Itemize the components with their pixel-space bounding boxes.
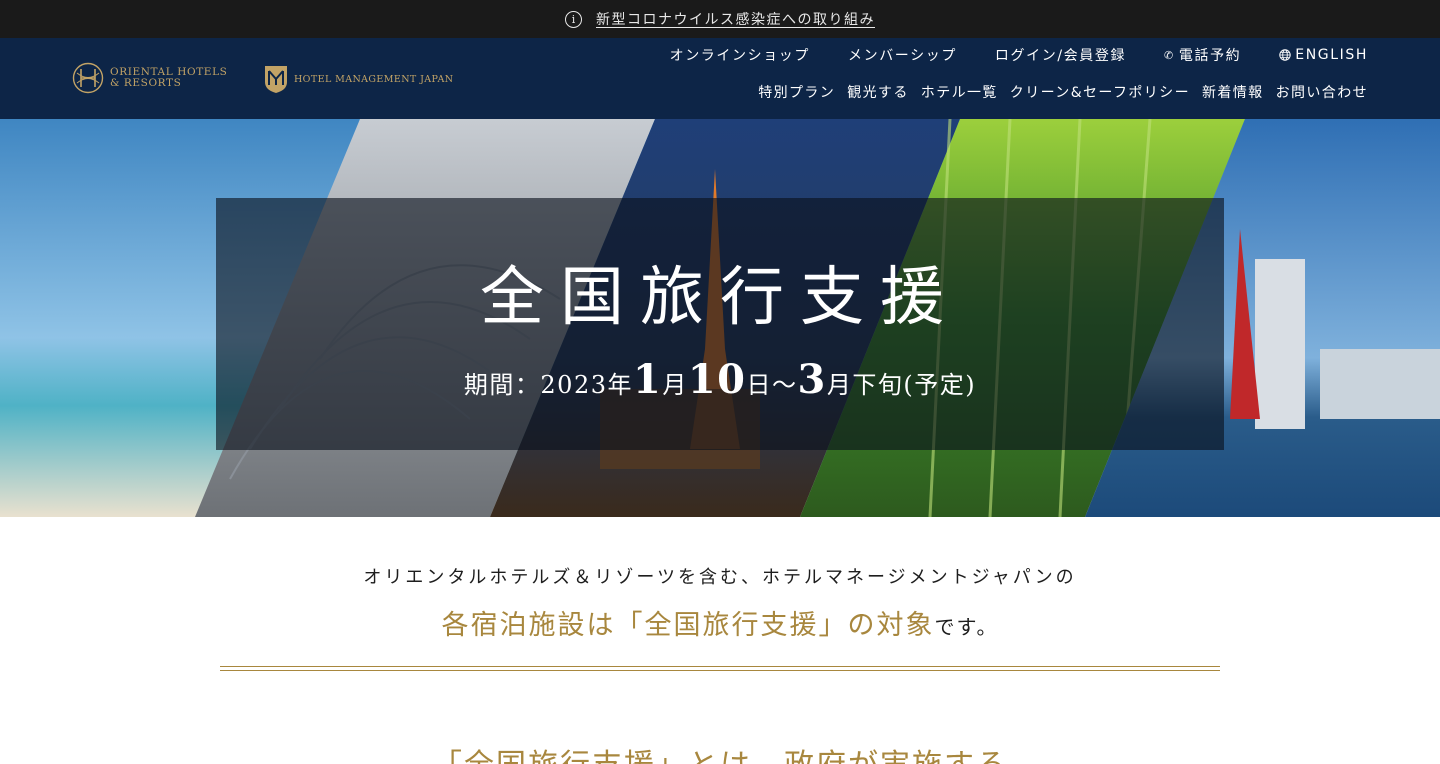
logo-line-2: & RESORTS [110,77,182,89]
nav-phone-reservation[interactable]: ✆ 電話予約 [1164,45,1241,65]
hotel-management-japan-logo[interactable]: HOTEL MANAGEMENT JAPAN [264,64,453,94]
intro-tail: です。 [934,615,999,639]
nav-news[interactable]: 新着情報 [1202,82,1264,102]
nav-english-label: ENGLISH [1295,47,1368,63]
notice-bar: i 新型コロナウイルス感染症への取り組み [0,0,1440,38]
period-unit-day: 日～ [746,371,798,399]
nav-online-shop[interactable]: オンラインショップ [670,45,810,65]
utility-nav: オンラインショップ メンバーシップ ログイン/会員登録 ✆ 電話予約 ENGLI… [670,45,1368,65]
period-end-suffix: 月下旬(予定) [826,371,977,399]
period-start-month: 1 [632,356,663,403]
intro-line-2: 各宿泊施設は「全国旅行支援」の対象です。 [0,603,1440,642]
oriental-hotels-emblem-icon [72,62,104,94]
nav-phone-label: 電話予約 [1178,48,1242,64]
nav-hotel-list[interactable]: ホテル一覧 [921,82,998,102]
site-header: ORIENTAL HOTELS & RESORTS HOTEL MANAGEME… [0,38,1440,119]
intro-highlight: 各宿泊施設は「全国旅行支援」の対象 [441,610,935,641]
period-unit-month: 月 [662,371,688,399]
intro-heading-2: 「全国旅行支援」とは、政府が実施する [0,740,1440,764]
nav-login-register[interactable]: ログイン/会員登録 [995,45,1126,65]
covid-notice-link[interactable]: 新型コロナウイルス感染症への取り組み [596,9,875,29]
oriental-hotels-wordmark: ORIENTAL HOTELS & RESORTS [110,67,227,89]
intro-line-1: オリエンタルホテルズ＆リゾーツを含む、ホテルマネージメントジャパンの [363,567,1077,588]
period-end-month: 3 [797,356,827,403]
campaign-period: 期間：2023年1月10日～3月下旬(予定) [216,356,1224,403]
hero-title: 全国旅行支援 [480,261,960,335]
nav-clean-safe-policy[interactable]: クリーン&セーフポリシー [1010,82,1190,102]
nav-contact[interactable]: お問い合わせ [1276,82,1368,102]
hero-overlay-panel: 全国旅行支援 期間：2023年1月10日～3月下旬(予定) [216,198,1224,450]
period-label: 期間：2023年 [463,371,633,399]
hero-banner: 全国旅行支援 期間：2023年1月10日～3月下旬(予定) [0,119,1440,517]
nav-membership[interactable]: メンバーシップ [848,45,957,65]
double-divider [220,666,1220,671]
main-nav: 特別プラン 観光する ホテル一覧 クリーン&セーフポリシー 新着情報 お問い合わ… [758,82,1368,102]
oriental-hotels-logo[interactable]: ORIENTAL HOTELS & RESORTS [72,62,227,94]
hmj-wordmark: HOTEL MANAGEMENT JAPAN [294,73,454,85]
nav-sightseeing[interactable]: 観光する [847,82,909,102]
info-icon: i [565,10,582,28]
period-start-day: 10 [687,356,747,403]
hmj-shield-icon [265,66,287,93]
nav-special-plans[interactable]: 特別プラン [758,82,835,102]
globe-icon [1279,49,1291,61]
nav-english[interactable]: ENGLISH [1279,47,1368,63]
phone-icon: ✆ [1164,48,1175,62]
